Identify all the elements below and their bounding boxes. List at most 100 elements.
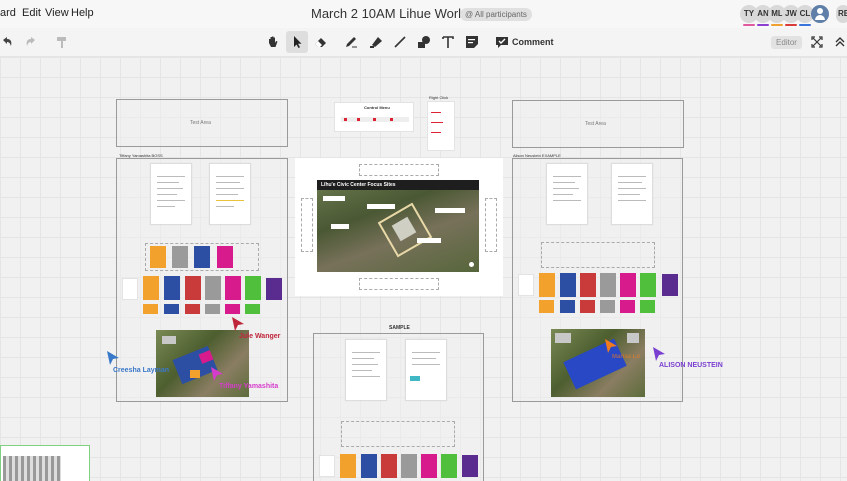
whiteboard-canvas[interactable]: Test Area Test Area Control Menu Right C… [0,57,847,481]
text-line [618,194,640,195]
card-drop-zone[interactable] [541,242,655,268]
aerial-photo-right[interactable] [551,329,645,397]
place-card-white[interactable] [319,455,335,477]
document-thumbnail[interactable] [546,163,588,225]
participants-badge[interactable]: @ All participants [460,8,532,21]
comment-label[interactable]: Comment [512,37,554,47]
sample-frame[interactable] [313,333,484,481]
menu-board[interactable]: ard [0,7,16,19]
control-menu-image[interactable]: Control Menu [334,102,414,132]
menu-help[interactable]: Help [71,7,94,19]
place-card-magenta[interactable] [225,276,241,300]
comment-icon[interactable] [491,31,513,53]
fullscreen-icon[interactable] [806,31,828,53]
place-card-grey[interactable] [401,454,417,478]
place-card-small[interactable] [600,300,615,313]
map-title: Līhu'e Civic Center Focus Sites [321,182,396,188]
text-line [553,188,579,189]
test-area-left[interactable]: Test Area [116,99,288,147]
text-line [618,188,646,189]
place-card-small[interactable] [580,300,595,313]
place-card-small[interactable] [225,304,240,314]
building [555,333,571,343]
map-drop-zone-left [301,198,313,252]
place-card-blue[interactable] [560,273,576,297]
place-card-grey[interactable] [600,273,616,297]
place-card-small[interactable] [205,304,220,314]
text-line [352,364,378,365]
place-card-grey[interactable] [205,276,221,300]
shapes-icon[interactable] [413,31,435,53]
right-click-menu-image[interactable]: Right Click Menu [427,95,457,153]
place-card-small[interactable] [640,300,655,313]
cursor-label-tiffany: Tiffany Yamashita [219,383,279,390]
place-card-white[interactable] [122,278,138,300]
place-card-orange[interactable] [539,273,555,297]
place-card-small[interactable] [143,304,158,314]
bottom-left-frame[interactable] [0,445,90,481]
place-card-grey[interactable] [172,246,188,268]
toolbar: Comment Editor [0,28,847,57]
place-card-orange[interactable] [143,276,159,300]
place-card-small[interactable] [560,300,575,313]
document-thumbnail[interactable] [405,339,447,401]
place-card-purple[interactable] [662,274,678,296]
format-paint-icon[interactable] [51,31,73,53]
undo-icon[interactable] [0,31,18,53]
place-card-small[interactable] [620,300,635,313]
document-thumbnail[interactable] [611,163,653,225]
test-area-right[interactable]: Test Area [512,100,684,148]
select-pointer-icon[interactable] [286,31,308,53]
sticky-note-icon[interactable] [461,31,483,53]
menu-view[interactable]: View [45,7,69,19]
collapse-icon[interactable] [829,31,847,53]
eraser-icon[interactable] [310,31,332,53]
place-card-red[interactable] [185,276,201,300]
place-card-small[interactable] [245,304,260,314]
place-card-green[interactable] [640,273,656,297]
place-card-red[interactable] [580,273,596,297]
place-card-blue[interactable] [164,276,180,300]
document-thumbnail[interactable] [150,163,192,225]
text-line [157,182,179,183]
place-card-orange[interactable] [150,246,166,268]
menu-edit[interactable]: Edit [22,7,41,19]
hand-icon[interactable] [262,31,284,53]
place-card-green[interactable] [245,276,261,300]
avatar-initials: TY [743,9,755,18]
control-menu-title: Control Menu [364,105,390,110]
place-card-green[interactable] [441,454,457,478]
pen-icon[interactable] [340,31,362,53]
place-card-magenta[interactable] [620,273,636,297]
place-card-white[interactable] [518,274,534,296]
place-card-small[interactable] [164,304,179,314]
highlighter-icon[interactable] [365,31,387,53]
text-icon[interactable] [437,31,459,53]
place-card-small[interactable] [539,300,554,313]
document-thumbnail[interactable] [209,163,251,225]
cursor-pointer-icon [605,339,617,353]
place-card-orange[interactable] [340,454,356,478]
profile-icon[interactable] [811,5,829,23]
text-line [553,182,575,183]
avatar-underline [771,24,783,26]
menu-line [431,132,441,133]
place-card-purple[interactable] [462,455,478,477]
card-drop-zone[interactable] [341,421,455,447]
line-icon[interactable] [389,31,411,53]
place-card-small[interactable] [185,304,200,314]
redo-icon[interactable] [20,31,42,53]
document-thumbnail[interactable] [345,339,387,401]
place-card-blue[interactable] [361,454,377,478]
place-card-red[interactable] [381,454,397,478]
place-card-magenta[interactable] [217,246,233,268]
avatar-re[interactable]: RE [836,5,847,23]
editor-mode-chip[interactable]: Editor [771,36,802,49]
text-line [216,194,238,195]
place-card-magenta[interactable] [421,454,437,478]
place-card-blue[interactable] [194,246,210,268]
focus-sites-map[interactable]: Līhu'e Civic Center Focus Sites [317,180,479,272]
control-menu-dot [344,118,347,121]
teal-highlight [410,376,420,381]
place-card-purple[interactable] [266,278,282,300]
